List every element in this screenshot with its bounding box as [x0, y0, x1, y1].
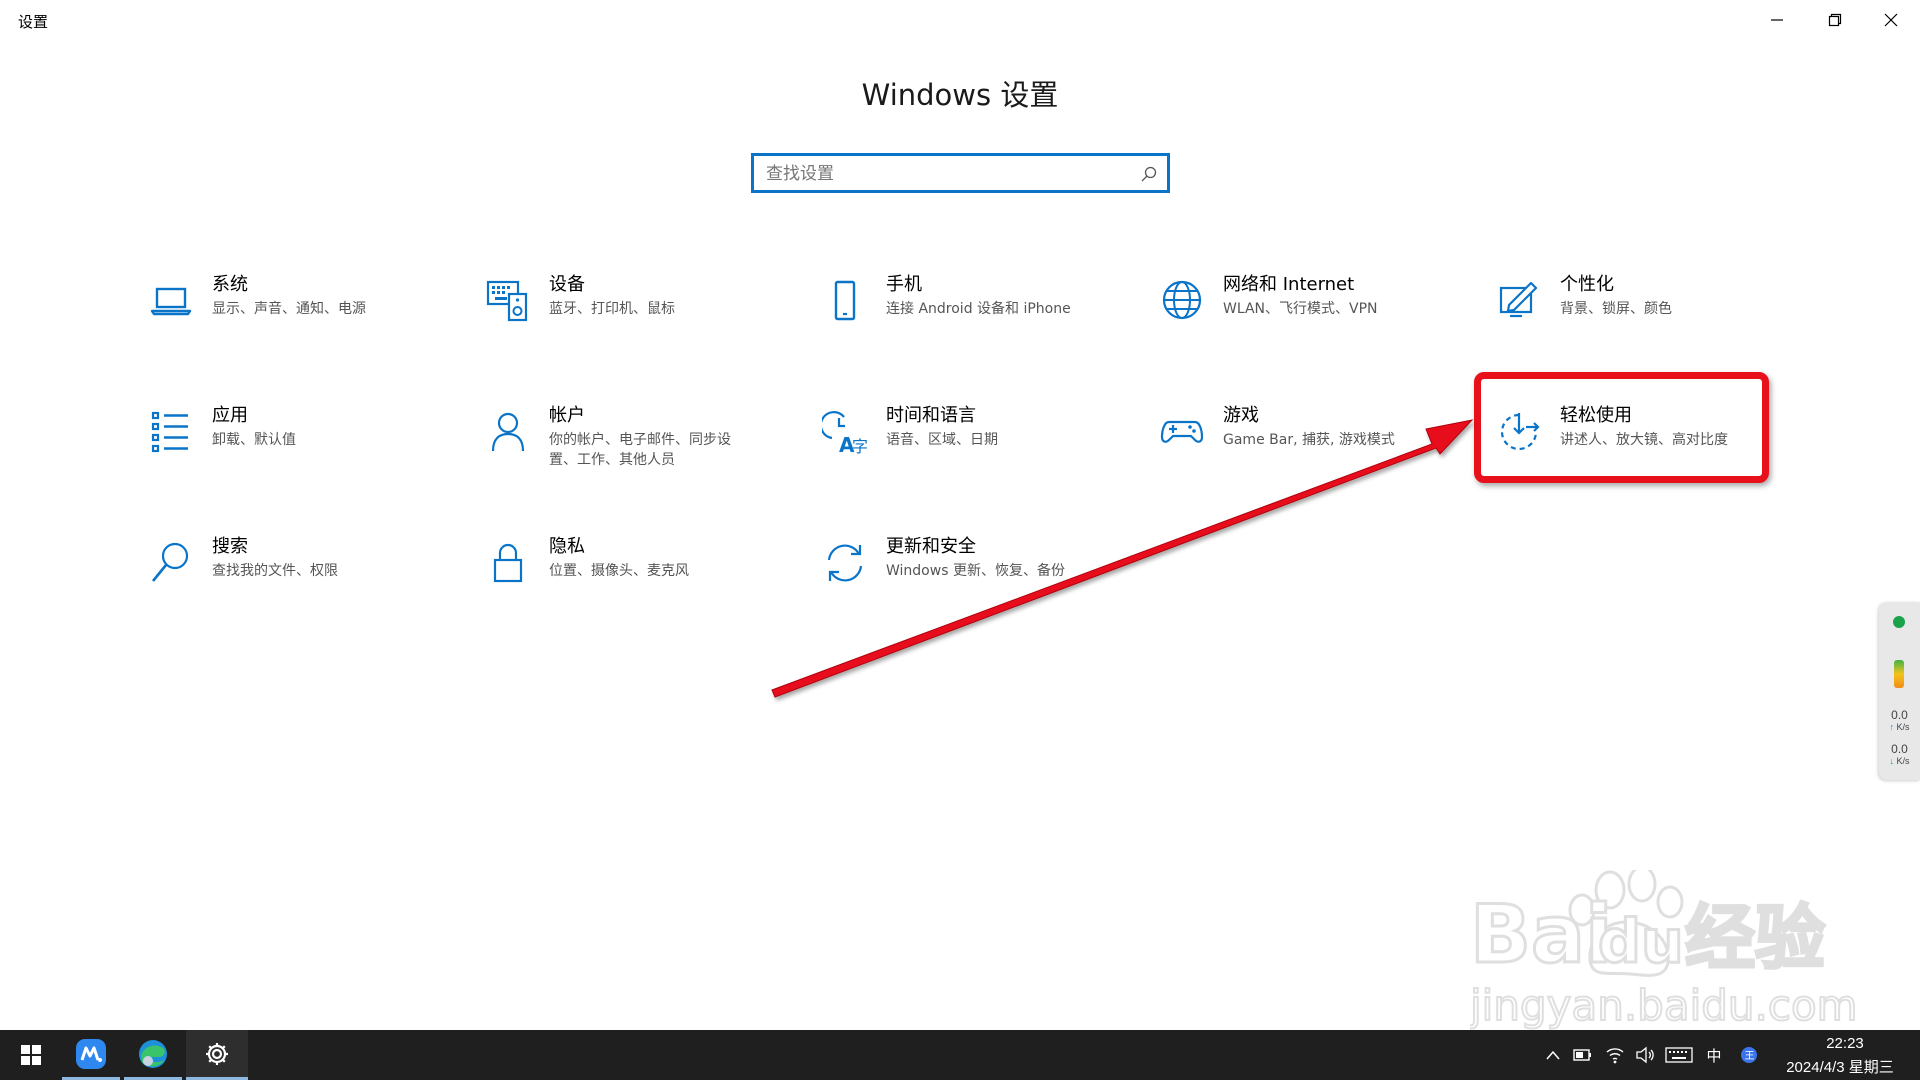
- globe-icon: [1159, 278, 1205, 324]
- clock-date[interactable]: 2024/4/3 星期三: [1775, 1056, 1905, 1077]
- start-button[interactable]: [0, 1030, 62, 1080]
- restore-icon: [1828, 13, 1842, 27]
- laptop-icon: [148, 278, 194, 324]
- apps-icon: [148, 409, 194, 455]
- minimize-button[interactable]: [1748, 0, 1806, 40]
- category-title: 更新和安全: [886, 536, 976, 557]
- refresh-icon: [822, 540, 868, 586]
- download-speed: 0.0: [1891, 742, 1908, 756]
- time-language-icon: A字: [819, 409, 868, 457]
- search-input[interactable]: [766, 162, 1116, 186]
- volume-icon[interactable]: [1634, 1044, 1656, 1066]
- edge-icon: [139, 1039, 167, 1068]
- close-button[interactable]: [1862, 0, 1920, 40]
- ime-app-icon[interactable]: 王: [1738, 1044, 1760, 1066]
- svg-text:du: du: [1598, 907, 1684, 977]
- category-accounts[interactable]: 帐户 你的帐户、电子邮件、同步设置、工作、其他人员: [465, 405, 765, 487]
- window-title: 设置: [18, 14, 49, 31]
- category-subtitle: Windows 更新、恢复、备份: [886, 563, 1065, 579]
- category-gaming[interactable]: 游戏 Game Bar, 捕获, 游戏模式: [1139, 405, 1439, 487]
- category-time-language[interactable]: A字 时间和语言 语音、区域、日期: [802, 405, 1102, 487]
- category-search[interactable]: 搜索 查找我的文件、权限: [128, 536, 428, 618]
- ime-indicator[interactable]: 中: [1702, 1044, 1726, 1066]
- phone-icon: [822, 278, 868, 324]
- watermark-url: jingyan.baidu.com: [1470, 981, 1858, 1030]
- battery-icon[interactable]: [1572, 1044, 1594, 1066]
- category-subtitle: 蓝牙、打印机、鼠标: [549, 301, 675, 317]
- upload-speed: 0.0: [1891, 708, 1908, 722]
- category-subtitle: 背景、锁屏、颜色: [1560, 301, 1672, 317]
- svg-text:王: 王: [1745, 1051, 1755, 1062]
- category-system[interactable]: 系统 显示、声音、通知、电源: [128, 274, 428, 356]
- taskbar-meitu[interactable]: [62, 1030, 120, 1080]
- svg-text:字: 字: [852, 437, 868, 455]
- minimize-icon: [1771, 19, 1783, 21]
- category-subtitle: 语音、区域、日期: [886, 432, 998, 448]
- category-phone[interactable]: 手机 连接 Android 设备和 iPhone: [802, 274, 1102, 356]
- baidu-paw-logo: Bai du 经验 jingyan.baidu.com: [1468, 865, 1859, 1031]
- category-network[interactable]: 网络和 Internet WLAN、飞行模式、VPN: [1139, 274, 1439, 356]
- category-title: 隐私: [549, 536, 585, 557]
- category-apps[interactable]: 应用 卸载、默认值: [128, 405, 428, 487]
- category-subtitle: 卸载、默认值: [212, 432, 296, 448]
- category-title: 搜索: [212, 536, 248, 557]
- category-title: 个性化: [1560, 274, 1614, 295]
- svg-text:经验: 经验: [1685, 897, 1825, 979]
- category-subtitle: 显示、声音、通知、电源: [212, 301, 366, 317]
- category-personalization[interactable]: 个性化 背景、锁屏、颜色: [1476, 274, 1776, 356]
- start-icon: [21, 1045, 41, 1065]
- category-subtitle: WLAN、飞行模式、VPN: [1223, 301, 1378, 317]
- arrow-down-icon: ↓: [1889, 756, 1894, 766]
- category-title: 游戏: [1223, 405, 1259, 426]
- upload-unit: ↑ K/s: [1889, 722, 1910, 732]
- taskbar-settings[interactable]: [186, 1030, 248, 1080]
- gamepad-icon: [1159, 409, 1205, 455]
- annotation-highlight-box: [1474, 372, 1769, 483]
- page-title: Windows 设置: [861, 78, 1059, 112]
- devices-icon: [485, 278, 531, 324]
- meitu-icon: [76, 1038, 106, 1069]
- category-title: 帐户: [549, 405, 585, 426]
- category-devices[interactable]: 设备 蓝牙、打印机、鼠标: [465, 274, 765, 356]
- category-subtitle: Game Bar, 捕获, 游戏模式: [1223, 432, 1395, 448]
- category-subtitle: 连接 Android 设备和 iPhone: [886, 301, 1071, 317]
- personalization-icon: [1496, 278, 1542, 324]
- category-title: 系统: [212, 274, 248, 295]
- watermark-logo-text: Bai: [1470, 888, 1612, 981]
- category-subtitle: 你的帐户、电子邮件、同步设置、工作、其他人员: [549, 432, 731, 468]
- category-subtitle: 查找我的文件、权限: [212, 563, 338, 579]
- category-title: 时间和语言: [886, 405, 976, 426]
- search-icon: [148, 540, 194, 586]
- network-speed-widget[interactable]: 0.0 ↑ K/s 0.0 ↓ K/s: [1879, 602, 1920, 780]
- lock-icon: [485, 540, 531, 586]
- category-title: 应用: [212, 405, 248, 426]
- category-title: 设备: [549, 274, 585, 295]
- download-unit: ↓ K/s: [1889, 756, 1910, 766]
- status-dot: [1893, 616, 1905, 628]
- title-bar: 设置: [0, 0, 1920, 40]
- category-subtitle: 位置、摄像头、麦克风: [549, 563, 689, 579]
- keyboard-icon[interactable]: [1664, 1044, 1694, 1066]
- close-icon: [1884, 13, 1898, 27]
- search-box[interactable]: [751, 153, 1170, 193]
- wifi-icon[interactable]: [1604, 1044, 1626, 1066]
- baidu-watermark: Bai du 经验 jingyan.baidu.com: [1468, 865, 1890, 1040]
- category-title: 网络和 Internet: [1223, 274, 1355, 295]
- restore-button[interactable]: [1806, 0, 1864, 40]
- person-icon: [485, 409, 531, 455]
- settings-gear-icon: [206, 1042, 228, 1065]
- arrow-up-icon: ↑: [1889, 722, 1894, 732]
- level-bar: [1894, 660, 1904, 688]
- category-update-security[interactable]: 更新和安全 Windows 更新、恢复、备份: [802, 536, 1102, 618]
- taskbar-edge[interactable]: [124, 1030, 182, 1080]
- chevron-up-icon[interactable]: [1542, 1044, 1564, 1066]
- search-icon[interactable]: [1140, 165, 1158, 183]
- clock-time[interactable]: 22:23: [1800, 1035, 1890, 1052]
- category-title: 手机: [886, 274, 922, 295]
- category-privacy[interactable]: 隐私 位置、摄像头、麦克风: [465, 536, 765, 618]
- taskbar: 中 王 22:23 2024/4/3 星期三: [0, 1030, 1920, 1080]
